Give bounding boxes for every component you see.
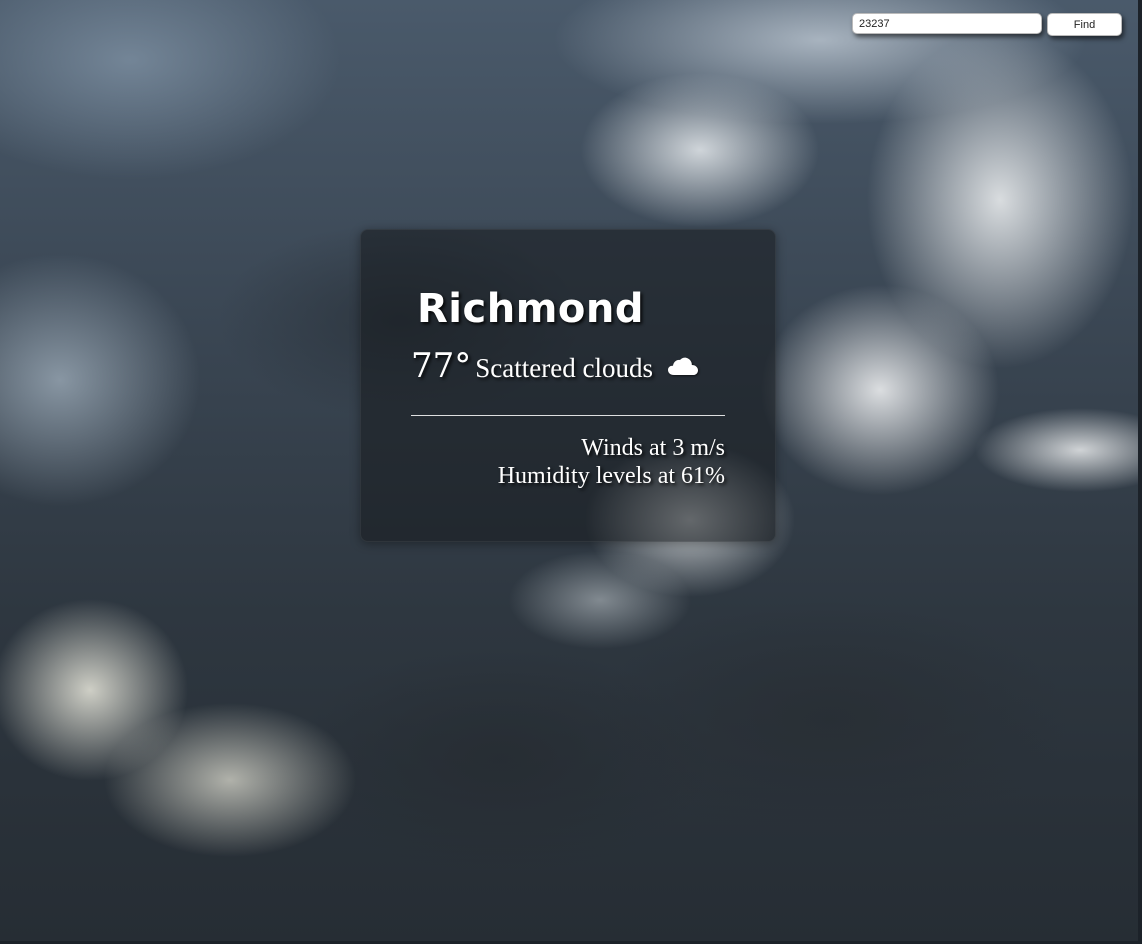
condition-text: Scattered clouds bbox=[475, 353, 653, 383]
zip-code-input[interactable] bbox=[852, 13, 1042, 34]
divider bbox=[411, 415, 725, 416]
cloud-icon bbox=[667, 357, 698, 375]
window-edge bbox=[1138, 0, 1142, 944]
temperature: 77° bbox=[411, 346, 472, 386]
city-name: Richmond bbox=[417, 286, 644, 332]
weather-app: Find Richmond 77° Scattered clouds Winds… bbox=[0, 0, 1142, 944]
humidity: Humidity levels at 61% bbox=[497, 463, 725, 489]
find-button[interactable]: Find bbox=[1047, 13, 1122, 36]
weather-details: Winds at 3 m/s Humidity levels at 61% bbox=[498, 434, 725, 490]
search-bar: Find bbox=[852, 13, 1122, 36]
current-conditions: 77° Scattered clouds bbox=[411, 346, 699, 386]
wind-speed: Winds at 3 m/s bbox=[581, 435, 725, 461]
weather-card: Richmond 77° Scattered clouds Winds at 3… bbox=[360, 229, 776, 542]
